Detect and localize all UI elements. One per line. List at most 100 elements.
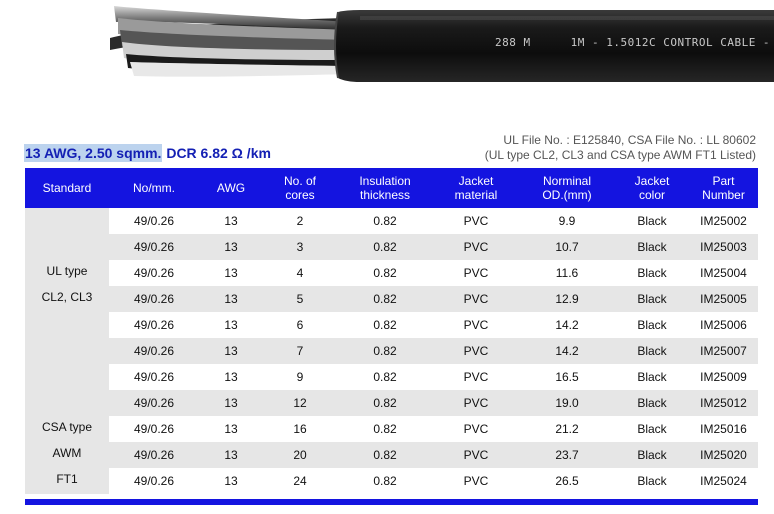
table-cell: 14.2 bbox=[555, 318, 579, 332]
column-header-line: Jacket bbox=[634, 174, 670, 188]
table-cell: IM25016 bbox=[700, 422, 747, 436]
standard-label: CL2, CL3 bbox=[41, 290, 93, 304]
table-cell: PVC bbox=[463, 370, 489, 384]
column-header: No/mm. bbox=[109, 168, 199, 208]
column-header-line: Insulation bbox=[359, 174, 411, 188]
table-cell: 24 bbox=[293, 474, 307, 488]
table-cell: 49/0.26 bbox=[133, 266, 175, 280]
column-header: Jacket material bbox=[433, 168, 519, 208]
column-header-line: Number bbox=[702, 188, 745, 202]
table-cell: PVC bbox=[463, 318, 489, 332]
headline-dcr: DCR 6.82 Ω /km bbox=[162, 145, 271, 161]
table-cell: 0.82 bbox=[337, 390, 433, 416]
column-header: AWG bbox=[199, 168, 263, 208]
table-cell: Black bbox=[615, 234, 689, 260]
table-row: 49/0.26 13 6 0.82 PVC 14.2 Black IM25006 bbox=[25, 312, 758, 338]
table-cell: 13 bbox=[199, 390, 263, 416]
column-header: No. of cores bbox=[263, 168, 337, 208]
table-cell: IM25005 bbox=[689, 286, 758, 312]
table-body: UL type CL2, CL3 CSA type AWM FT1 49/0.26 13 2 0… bbox=[25, 208, 758, 494]
column-header-line: OD.(mm) bbox=[542, 188, 592, 202]
table-cell: 13 bbox=[199, 442, 263, 468]
table-cell: 13 bbox=[224, 266, 238, 280]
table-cell: Black bbox=[637, 318, 667, 332]
file-info-line1: UL File No. : E125840, CSA File No. : LL… bbox=[503, 133, 756, 147]
table-row: 49/0.26 13 16 0.82 PVC 21.2 Black IM25016 bbox=[25, 416, 758, 442]
table-cell: 12.9 bbox=[519, 286, 615, 312]
table-cell: 13 bbox=[224, 474, 238, 488]
column-header-line: Jacket bbox=[458, 174, 494, 188]
table-cell: 26.5 bbox=[555, 474, 579, 488]
table-cell: PVC bbox=[433, 390, 519, 416]
table-cell: IM25012 bbox=[689, 390, 758, 416]
file-info-line2: (UL type CL2, CL3 and CSA type AWM FT1 L… bbox=[484, 148, 756, 162]
table-row: 49/0.26 13 4 0.82 PVC 11.6 Black IM25004 bbox=[25, 260, 758, 286]
table-row: 49/0.26 13 20 0.82 PVC 23.7 Black IM25020 bbox=[25, 442, 758, 468]
column-header: Insulation thickness bbox=[337, 168, 433, 208]
table-cell: 0.82 bbox=[373, 370, 397, 384]
table-cell: 13 bbox=[224, 422, 238, 436]
table-cell: 7 bbox=[263, 338, 337, 364]
column-header-line: No/mm. bbox=[133, 181, 175, 195]
table-cell: IM25024 bbox=[700, 474, 747, 488]
column-header-line: Norminal bbox=[542, 174, 591, 188]
table-cell: 0.82 bbox=[337, 234, 433, 260]
table-cell: 16 bbox=[293, 422, 307, 436]
table-cell: IM25002 bbox=[700, 214, 747, 228]
column-header: Norminal OD.(mm) bbox=[519, 168, 615, 208]
table-cell: IM25007 bbox=[689, 338, 758, 364]
table-row: 49/0.26 13 7 0.82 PVC 14.2 Black IM25007 bbox=[25, 338, 758, 364]
table-row: UL type CL2, CL3 CSA type AWM FT1 49/0.26 13 2 0… bbox=[25, 208, 758, 494]
column-header: Part Number bbox=[689, 168, 758, 208]
table-row: 49/0.26 13 5 0.82 PVC 12.9 Black IM25005 bbox=[25, 286, 758, 312]
spec-headline: 13 AWG, 2.50 sqmm. DCR 6.82 Ω /km bbox=[24, 144, 271, 162]
cable-print-right: 1M - 1.5012C CONTROL CABLE - bbox=[570, 36, 771, 49]
table-cell: 19.0 bbox=[519, 390, 615, 416]
table-cell: 0.82 bbox=[373, 266, 397, 280]
table-cell: 13 bbox=[199, 338, 263, 364]
table-cell: 49/0.26 bbox=[133, 370, 175, 384]
table-cell: IM25020 bbox=[689, 442, 758, 468]
table-cell: 49/0.26 bbox=[109, 442, 199, 468]
standard-label: AWM bbox=[52, 446, 82, 460]
table-cell: 0.82 bbox=[337, 338, 433, 364]
table-cell: 49/0.26 bbox=[109, 286, 199, 312]
spec-table: Standard No/mm. AWG No. of cores Insulation th… bbox=[25, 168, 758, 494]
table-row: 49/0.26 13 3 0.82 PVC 10.7 Black IM25003 bbox=[25, 234, 758, 260]
table-cell: IM25006 bbox=[700, 318, 747, 332]
table-cell: Black bbox=[637, 422, 667, 436]
table-cell: PVC bbox=[463, 422, 489, 436]
table-cell: Black bbox=[637, 266, 667, 280]
table-cell: Black bbox=[615, 442, 689, 468]
table-cell: PVC bbox=[433, 234, 519, 260]
column-header-line: color bbox=[638, 188, 665, 202]
table-cell: Black bbox=[615, 286, 689, 312]
table-bottom-bar bbox=[25, 499, 758, 505]
table-cell: 49/0.26 bbox=[133, 318, 175, 332]
table-cell: 9.9 bbox=[558, 214, 576, 228]
table-cell: PVC bbox=[463, 214, 489, 228]
table-cell: 20 bbox=[263, 442, 337, 468]
table-cell: 12 bbox=[263, 390, 337, 416]
table-cell: 49/0.26 bbox=[133, 474, 175, 488]
table-cell: 21.2 bbox=[555, 422, 579, 436]
table-cell: Black bbox=[637, 214, 667, 228]
table-row: 49/0.26 13 9 0.82 PVC 16.5 Black IM25009 bbox=[25, 364, 758, 390]
table-cell: 49/0.26 bbox=[109, 338, 199, 364]
headline-highlight: 13 AWG, 2.50 sqmm. bbox=[24, 144, 163, 162]
cable-print-text: 288 M 1M - 1.5012C CONTROL CABLE - bbox=[495, 36, 770, 49]
table-header-row: Standard No/mm. AWG No. of cores Insulation th… bbox=[25, 168, 758, 208]
table-cell: 13 bbox=[199, 234, 263, 260]
table-cell: 13 bbox=[199, 286, 263, 312]
table-cell: 6 bbox=[296, 318, 304, 332]
standard-label: FT1 bbox=[56, 472, 78, 486]
table-cell: Black bbox=[615, 390, 689, 416]
column-header-line: Part bbox=[712, 174, 735, 188]
column-header-line: No. of bbox=[283, 174, 316, 188]
table-cell: 0.82 bbox=[373, 318, 397, 332]
column-header-line: material bbox=[454, 188, 498, 202]
table-cell: 0.82 bbox=[337, 286, 433, 312]
table-cell: PVC bbox=[463, 266, 489, 280]
table-cell: IM25009 bbox=[700, 370, 747, 384]
cable-print-left: 288 M bbox=[495, 36, 531, 49]
